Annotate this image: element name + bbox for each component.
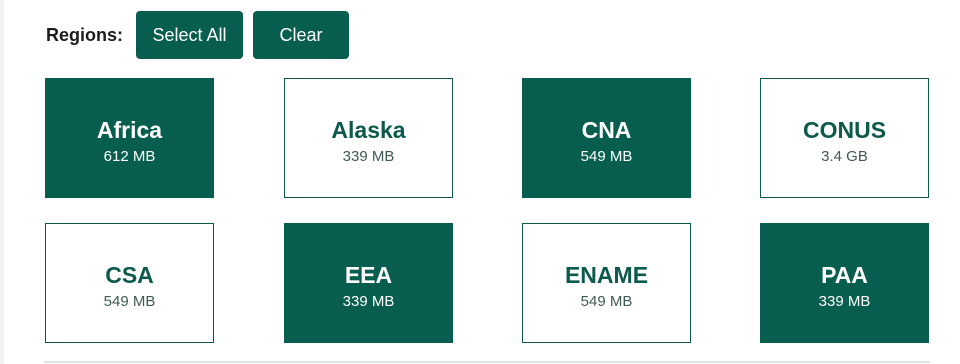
section-divider (44, 361, 930, 363)
region-name: CSA (105, 261, 154, 288)
region-size: 339 MB (342, 292, 395, 310)
regions-label: Regions: (46, 24, 124, 45)
panel-edge (0, 0, 4, 364)
select-all-button[interactable]: Select All (136, 11, 244, 59)
region-size: 3.4 GB (821, 147, 868, 165)
region-tile-ename[interactable]: ENAME 549 MB (522, 223, 691, 343)
region-tile-eea[interactable]: EEA 339 MB (284, 223, 453, 343)
region-name: ENAME (564, 261, 649, 288)
region-name: Africa (96, 116, 163, 143)
region-size: 549 MB (103, 292, 156, 310)
region-selector-panel: Regions: Select All Clear Africa 612 MB … (0, 0, 960, 364)
region-tile-paa[interactable]: PAA 339 MB (760, 223, 929, 343)
regions-toolbar: Regions: Select All Clear (46, 11, 350, 59)
region-name: CNA (581, 116, 632, 143)
region-size: 549 MB (580, 292, 633, 310)
region-tile-conus[interactable]: CONUS 3.4 GB (760, 78, 929, 198)
region-name: Alaska (331, 116, 406, 143)
region-size: 339 MB (818, 292, 871, 310)
region-tile-africa[interactable]: Africa 612 MB (45, 78, 214, 198)
region-name: CONUS (802, 116, 887, 143)
region-name: PAA (821, 261, 868, 288)
region-size: 612 MB (103, 147, 156, 165)
region-tile-csa[interactable]: CSA 549 MB (45, 223, 214, 343)
region-tile-alaska[interactable]: Alaska 339 MB (284, 78, 453, 198)
region-tile-cna[interactable]: CNA 549 MB (522, 78, 691, 198)
region-size: 339 MB (342, 147, 395, 165)
region-name: EEA (344, 261, 393, 288)
clear-button[interactable]: Clear (253, 11, 350, 59)
region-size: 549 MB (580, 147, 633, 165)
